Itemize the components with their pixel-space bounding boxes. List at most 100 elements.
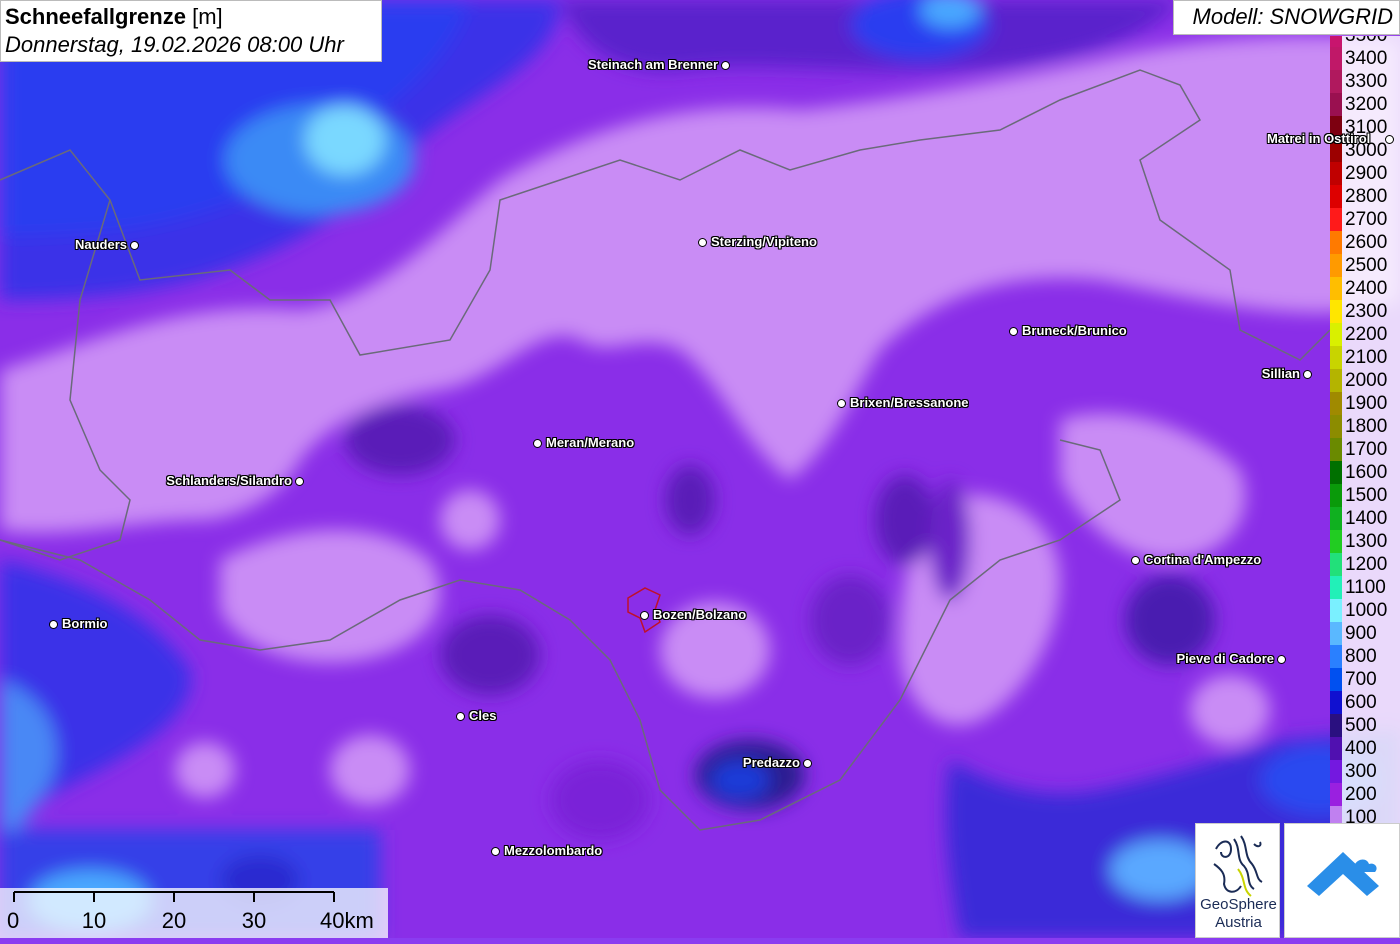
- snow-house-icon: [1307, 852, 1379, 896]
- title-text: Schneefallgrenze: [5, 4, 186, 29]
- legend-swatch: [1330, 369, 1342, 392]
- legend-label: 2600: [1342, 231, 1400, 254]
- legend-label: 700: [1342, 668, 1400, 691]
- legend-row: 2600: [1330, 231, 1400, 254]
- legend-swatch: [1330, 392, 1342, 415]
- scale-label: 10: [81, 908, 107, 933]
- legend-row: 600: [1330, 691, 1400, 714]
- legend-label: 1800: [1342, 415, 1400, 438]
- legend-row: 2500: [1330, 254, 1400, 277]
- legend-swatch: [1330, 36, 1342, 47]
- title-box: Schneefallgrenze [m] Donnerstag, 19.02.2…: [0, 0, 382, 62]
- legend-label: 2100: [1342, 346, 1400, 369]
- legend-row: 2000: [1330, 369, 1400, 392]
- legend-row: 1300: [1330, 530, 1400, 553]
- legend-row: 700: [1330, 668, 1400, 691]
- city-label: Schlanders/Silandro: [166, 473, 292, 488]
- legend-label: 1200: [1342, 553, 1400, 576]
- model-label: Modell: SNOWGRID: [1173, 0, 1400, 35]
- legend-row: 3400: [1330, 47, 1400, 70]
- legend-swatch: [1330, 438, 1342, 461]
- legend-label: 2800: [1342, 185, 1400, 208]
- city-label: Nauders: [74, 237, 127, 252]
- city-marker: [837, 399, 846, 408]
- city-label: Predazzo: [742, 755, 800, 770]
- legend-swatch: [1330, 737, 1342, 760]
- legend-swatch: [1330, 70, 1342, 93]
- legend-swatch: [1330, 208, 1342, 231]
- legend-label: 1000: [1342, 599, 1400, 622]
- legend-label: 3200: [1342, 93, 1400, 116]
- city-label: Matrei in Osttirol: [1267, 131, 1371, 146]
- city-label: Cortina d'Ampezzo: [1144, 552, 1262, 567]
- legend-label: 400: [1342, 737, 1400, 760]
- city-label: Pieve di Cadore: [1176, 651, 1274, 666]
- city-label: Bozen/Bolzano: [653, 607, 747, 622]
- legend-label: 1700: [1342, 438, 1400, 461]
- legend-swatch: [1330, 599, 1342, 622]
- city-marker: [491, 847, 500, 856]
- city-marker: [130, 241, 139, 250]
- city-marker: [1009, 327, 1018, 336]
- geosphere-logo-line1: GeoSphere: [1200, 896, 1277, 913]
- legend-row: 500: [1330, 714, 1400, 737]
- title-unit: [m]: [192, 4, 223, 29]
- legend-swatch: [1330, 783, 1342, 806]
- legend-label: 900: [1342, 622, 1400, 645]
- legend-swatch: [1330, 576, 1342, 599]
- legend-row: 2800: [1330, 185, 1400, 208]
- legend-label: 300: [1342, 760, 1400, 783]
- legend-swatch: [1330, 346, 1342, 369]
- legend-row: 1500: [1330, 484, 1400, 507]
- legend-row: 2700: [1330, 208, 1400, 231]
- legend-swatch: [1330, 47, 1342, 70]
- legend-swatch: [1330, 185, 1342, 208]
- city-label: Sillian: [1261, 366, 1300, 381]
- legend-swatch: [1330, 93, 1342, 116]
- legend-row: 2100: [1330, 346, 1400, 369]
- legend-label: 3500: [1342, 36, 1400, 47]
- legend-label: 1600: [1342, 461, 1400, 484]
- legend-label: 600: [1342, 691, 1400, 714]
- legend-swatch: [1330, 760, 1342, 783]
- legend-row: 900: [1330, 622, 1400, 645]
- legend-row: 200: [1330, 783, 1400, 806]
- snow-app-logo[interactable]: [1284, 823, 1400, 938]
- city-label: Brixen/Bressanone: [850, 395, 969, 410]
- legend-swatch: [1330, 530, 1342, 553]
- geosphere-logo[interactable]: GeoSphere Austria: [1195, 823, 1280, 938]
- legend-label: 1400: [1342, 507, 1400, 530]
- legend-label: 1300: [1342, 530, 1400, 553]
- legend-label: 2200: [1342, 323, 1400, 346]
- legend-label: 200: [1342, 783, 1400, 806]
- legend-swatch: [1330, 622, 1342, 645]
- city-marker: [1277, 655, 1286, 664]
- title-line: Schneefallgrenze [m]: [5, 3, 377, 31]
- legend-row: 3200: [1330, 93, 1400, 116]
- geosphere-icon: [1213, 835, 1263, 897]
- city-marker: [1385, 135, 1394, 144]
- legend-swatch: [1330, 300, 1342, 323]
- legend-swatch: [1330, 461, 1342, 484]
- color-legend: 3500340033003200310030002900280027002600…: [1330, 36, 1400, 826]
- legend-swatch: [1330, 691, 1342, 714]
- legend-swatch: [1330, 484, 1342, 507]
- snowfall-map[interactable]: [0, 0, 1400, 938]
- city-label: Bruneck/Brunico: [1022, 323, 1127, 338]
- city-marker: [49, 620, 58, 629]
- legend-label: 2400: [1342, 277, 1400, 300]
- scale-label: 20: [161, 908, 187, 933]
- city-marker: [803, 759, 812, 768]
- city-marker: [533, 439, 542, 448]
- legend-row: 400: [1330, 737, 1400, 760]
- scale-label: 0: [7, 908, 20, 933]
- legend-label: 500: [1342, 714, 1400, 737]
- legend-row: 2400: [1330, 277, 1400, 300]
- city-label: Cles: [469, 708, 497, 723]
- legend-row: 3500: [1330, 36, 1400, 47]
- city-marker: [1131, 556, 1140, 565]
- city-marker: [1303, 370, 1312, 379]
- legend-swatch: [1330, 277, 1342, 300]
- legend-row: 800: [1330, 645, 1400, 668]
- legend-label: 2700: [1342, 208, 1400, 231]
